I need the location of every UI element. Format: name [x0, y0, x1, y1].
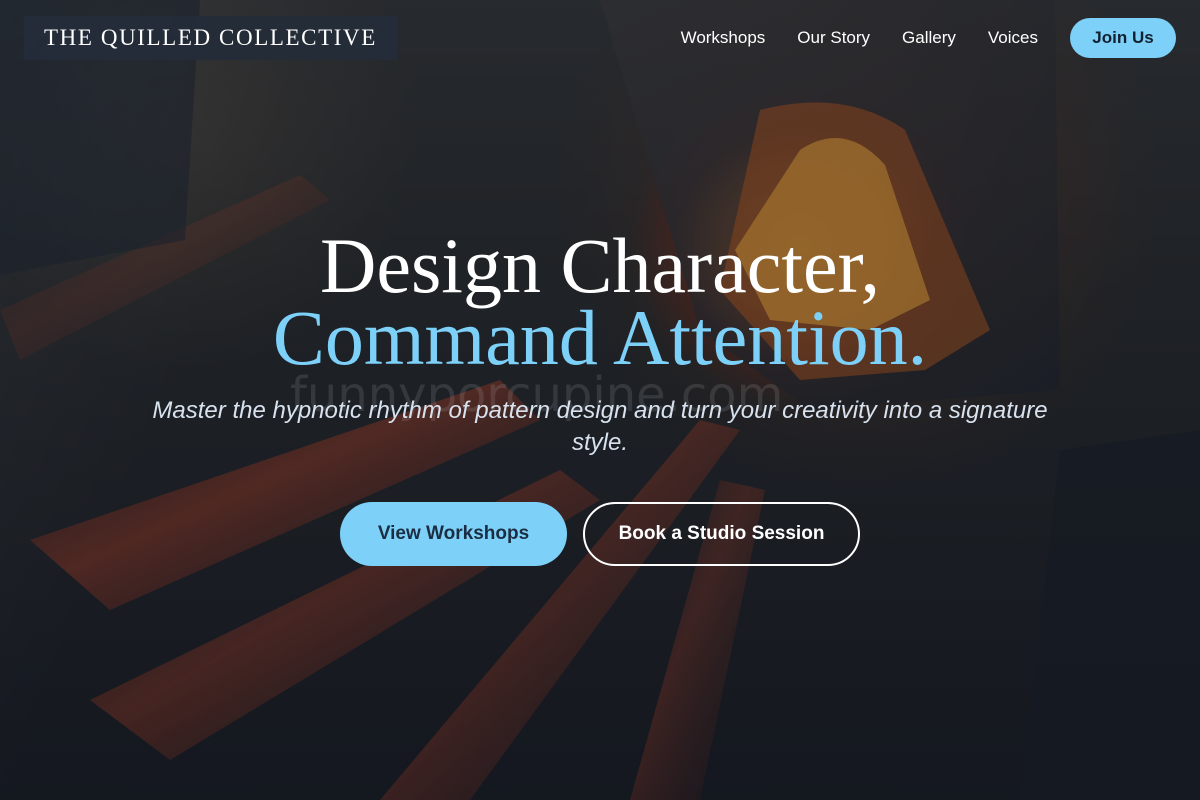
- nav-link-voices[interactable]: Voices: [988, 28, 1038, 48]
- nav-link-our-story[interactable]: Our Story: [797, 28, 870, 48]
- hero-subtitle: Master the hypnotic rhythm of pattern de…: [152, 397, 1048, 456]
- main-navigation: Workshops Our Story Gallery Voices Join …: [681, 18, 1176, 58]
- book-studio-session-button[interactable]: Book a Studio Session: [583, 502, 860, 566]
- hero-title-line-2: Command Attention.: [272, 294, 928, 381]
- nav-link-gallery[interactable]: Gallery: [902, 28, 956, 48]
- hero-section: Design Character, Command Attention. Mas…: [0, 222, 1200, 566]
- join-us-button[interactable]: Join Us: [1070, 18, 1176, 58]
- brand-logo[interactable]: THE QUILLED COLLECTIVE: [24, 16, 397, 60]
- nav-link-workshops[interactable]: Workshops: [681, 28, 766, 48]
- hero-title: Design Character, Command Attention.: [0, 222, 1200, 381]
- hero-title-line-1: Design Character,: [320, 222, 880, 309]
- landing-page: funnyporcupine.com THE QUILLED COLLECTIV…: [0, 0, 1200, 800]
- view-workshops-button[interactable]: View Workshops: [340, 502, 567, 566]
- hero-cta-group: View Workshops Book a Studio Session: [0, 502, 1200, 566]
- site-header: THE QUILLED COLLECTIVE Workshops Our Sto…: [24, 16, 1176, 60]
